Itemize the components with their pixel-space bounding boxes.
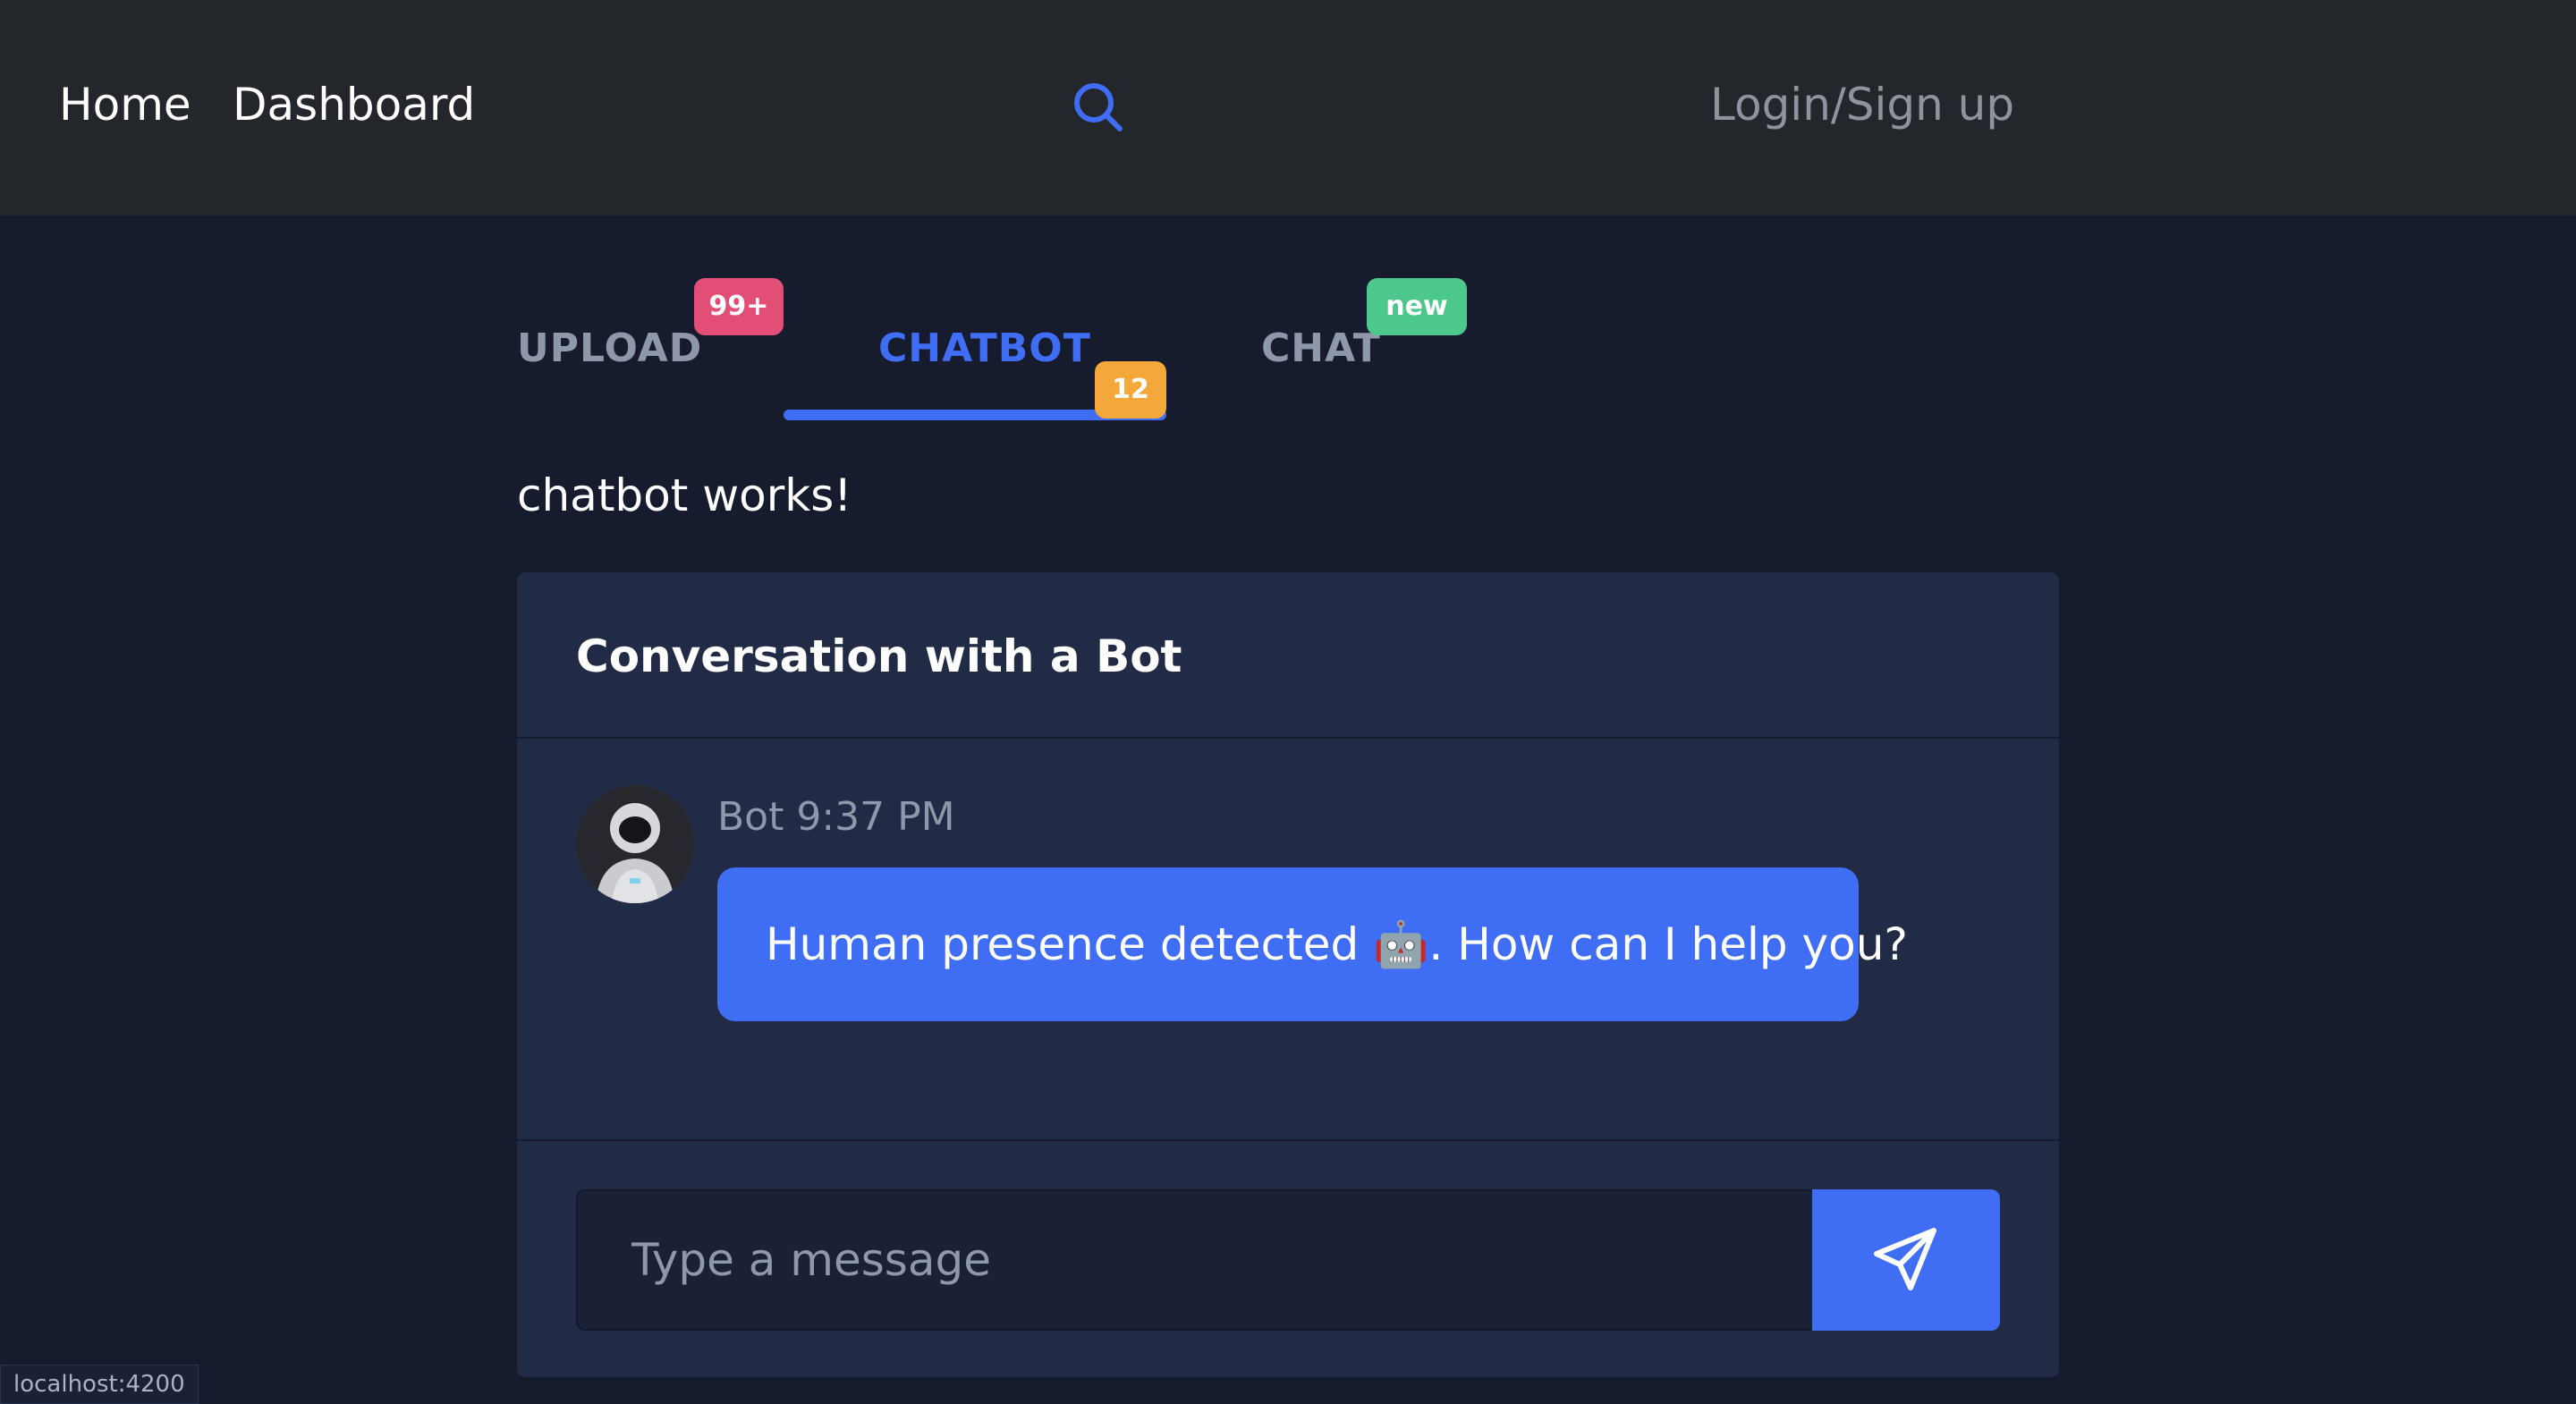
tab-upload[interactable]: UPLOAD	[517, 322, 702, 376]
chat-badge: new	[1367, 278, 1467, 335]
chat-title: Conversation with a Bot	[576, 630, 1182, 682]
chat-input-bar	[517, 1139, 2059, 1379]
chat-card-header: Conversation with a Bot	[517, 572, 2059, 739]
browser-status-url: localhost:4200	[0, 1365, 199, 1404]
nav-dashboard-link[interactable]: Dashboard	[233, 76, 475, 133]
send-button[interactable]	[1812, 1189, 2000, 1331]
search-icon[interactable]	[1070, 79, 1127, 136]
top-navbar: Home Dashboard Login/Sign up	[0, 0, 2576, 216]
upload-badge: 99+	[694, 278, 784, 335]
bot-message-bubble: Human presence detected 🤖. How can I hel…	[717, 867, 1908, 1021]
chatbot-status-text: chatbot works!	[517, 469, 852, 521]
message-meta: Bot 9:37 PM	[717, 794, 955, 840]
send-icon	[1874, 1228, 1936, 1290]
bot-message-text: Human presence detected 🤖. How can I hel…	[766, 918, 1908, 970]
message-input[interactable]	[576, 1189, 1814, 1331]
robot-avatar	[576, 785, 694, 903]
chatbot-badge: 12	[1095, 361, 1166, 419]
tab-chatbot[interactable]: CHATBOT	[878, 322, 1091, 376]
tab-chat[interactable]: CHAT	[1261, 322, 1381, 376]
nav-home-link[interactable]: Home	[59, 76, 191, 133]
chat-card: Conversation with a Bot Bot 9:37 PM Huma…	[517, 572, 2059, 1377]
login-signup-link[interactable]: Login/Sign up	[1710, 76, 2014, 133]
